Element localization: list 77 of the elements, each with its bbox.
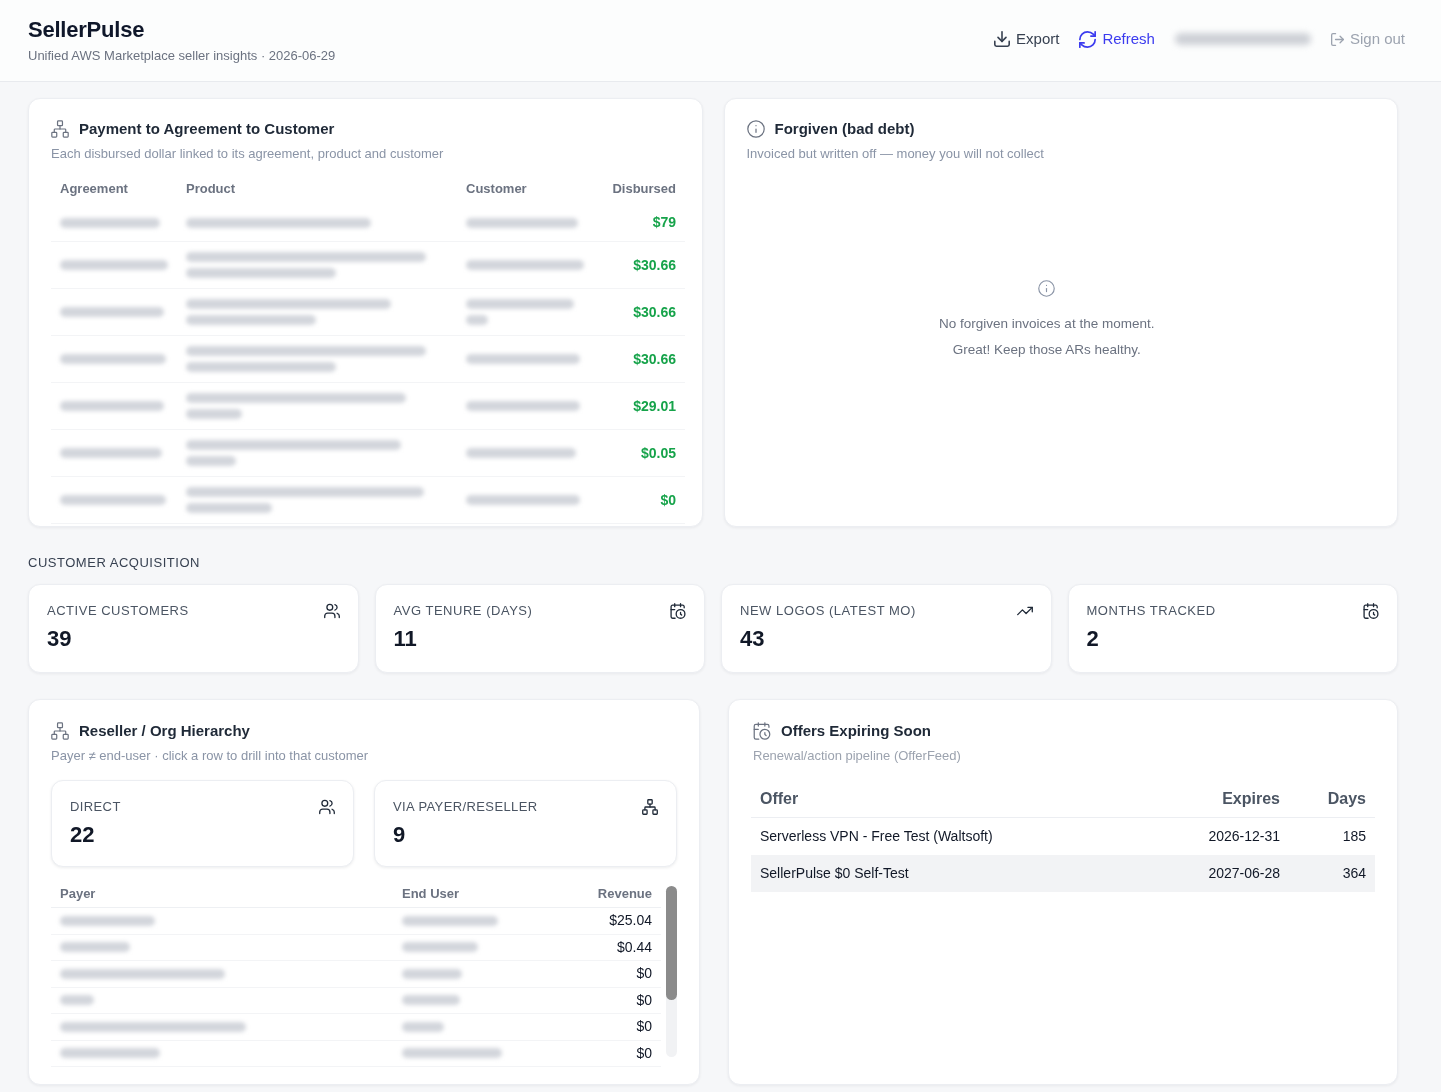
card-subtitle: Payer ≠ end-user · click a row to drill into that customer [51,747,370,765]
column-header: Revenue [596,885,653,904]
calendar-clock-icon [670,603,686,619]
empty-state-text: No forgiven invoices at the moment. [939,315,1155,333]
table-cell-text: 2026-12-31 [1208,827,1280,846]
card-title: Reseller / Org Hierarchy [79,721,250,741]
stat-value: 9 [393,821,407,849]
kpi-value: 2 [1086,625,1100,653]
empty-state-text: Great! Keep those ARs healthy. [952,341,1141,359]
column-header: Agreement [59,180,129,199]
table-row[interactable]: $0 [51,1040,661,1067]
table-row[interactable]: $25.04 [51,908,661,935]
stat-label: VIA PAYER/RESELLER [393,798,538,816]
kpi-value: 11 [393,625,418,653]
section-heading: CUSTOMER ACQUISITION [28,555,201,571]
table-cell-text: $0 [636,1043,652,1063]
card-subtitle: Invoiced but written off — money you will not collect [746,145,1045,163]
table-cell-text: $0 [636,990,652,1010]
table-row[interactable]: $0.44 [51,934,661,961]
refresh-button[interactable]: Refresh [1079,28,1155,50]
kpi-label: MONTHS TRACKED [1086,602,1216,620]
kpi-value: 39 [47,625,73,653]
info-icon [1038,280,1056,297]
kpi-label: ACTIVE CUSTOMERS [47,602,189,620]
stat-value: 22 [70,821,96,849]
column-header: Disbursed [611,180,677,199]
table-cell-text: $30.66 [633,349,676,369]
app-title: SellerPulse [28,16,146,44]
table-cell-text: 364 [1342,864,1366,883]
kpi-label: AVG TENURE (DAYS) [393,602,533,620]
column-header: Offer [759,788,800,809]
table-row[interactable]: $0 [51,961,661,988]
table-cell-text: Serverless VPN - Free Test (Waltsoft) [760,827,993,846]
table-cell-text: 185 [1342,827,1366,846]
hierarchy-icon [51,722,69,740]
table-cell-text: $79 [652,213,676,232]
calendar-clock-icon [1363,603,1379,619]
info-icon [746,120,765,138]
app-subtitle: Unified AWS Marketplace seller insights · 2026-06-29 [28,47,336,65]
table-cell-text: 2027-06-28 [1208,864,1280,883]
table-cell-text: $29.01 [633,396,676,416]
card-title: Offers Expiring Soon [781,721,931,741]
sign-out-icon [1330,32,1344,46]
table-cell-text: $0 [636,964,652,984]
table-cell-text: $0 [636,1017,652,1037]
column-header: Expires [1221,788,1280,809]
kpi-label: NEW LOGOS (LATEST MO) [740,602,916,620]
users-icon [323,603,340,619]
scrollbar-thumb[interactable] [666,886,677,1000]
table-cell-text: $25.04 [609,911,652,931]
hierarchy-icon [642,799,658,815]
column-header: Payer [59,885,97,904]
column-header: End User [401,885,461,904]
table-cell-text: SellerPulse $0 Self-Test [760,864,909,883]
refresh-icon [1079,30,1097,48]
table-cell-text: $30.66 [633,302,676,322]
table-cell-text: $30.66 [633,255,676,275]
column-header: Product [185,180,237,199]
table-row[interactable]: $0 [51,1014,661,1041]
kpi-value: 43 [740,625,766,653]
download-icon [994,31,1011,47]
table-cell-text: $0 [660,490,676,510]
card-subtitle: Each disbursed dollar linked to its agreement, product and customer [51,145,445,163]
card-subtitle: Renewal/action pipeline (OfferFeed) [753,747,962,765]
calendar-clock-icon [753,722,771,740]
users-icon [319,799,335,815]
stat-label: DIRECT [70,798,121,816]
column-header: Days [1326,788,1367,809]
export-button[interactable]: Export [994,28,1060,50]
table-cell-text: $0.44 [616,937,652,957]
hierarchy-icon [51,120,69,138]
column-header: Customer [465,180,528,199]
table-cell-text: $0.05 [640,443,676,463]
card-title: Forgiven (bad debt) [774,119,915,139]
scrollbar-track[interactable] [666,886,677,1057]
card-title: Payment to Agreement to Customer [79,119,335,139]
table-row[interactable]: $0 [51,987,661,1014]
